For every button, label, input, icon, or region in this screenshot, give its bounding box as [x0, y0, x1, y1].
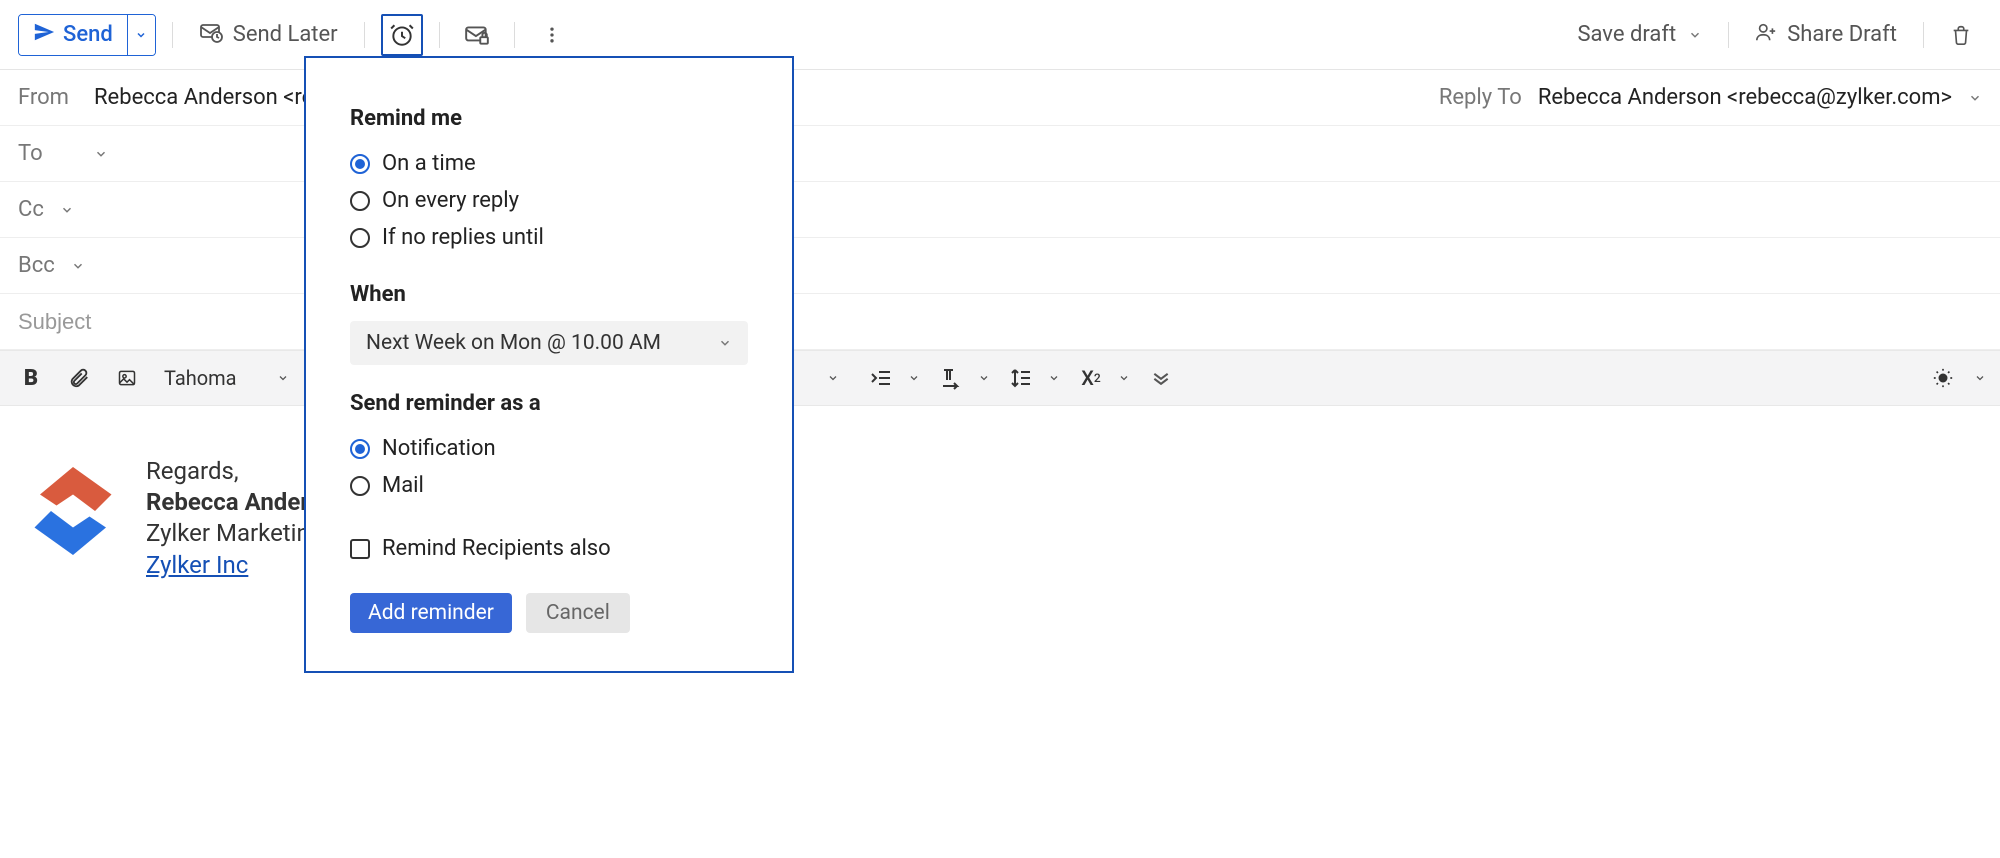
radio-icon — [350, 191, 370, 211]
remind-option-no-replies[interactable]: If no replies until — [350, 219, 748, 256]
discard-button[interactable] — [1940, 14, 1982, 56]
add-reminder-button[interactable]: Add reminder — [350, 593, 512, 633]
bcc-label: Bcc — [18, 253, 55, 278]
chevron-down-icon[interactable] — [816, 361, 850, 395]
checkbox-icon — [350, 539, 370, 559]
send-as-option-label: Notification — [382, 436, 496, 461]
remind-recipients-label: Remind Recipients also — [382, 536, 611, 561]
remind-option-every-reply[interactable]: On every reply — [350, 182, 748, 219]
chevron-down-icon[interactable] — [60, 203, 74, 217]
chevron-down-icon — [718, 336, 732, 350]
from-label: From — [18, 85, 78, 110]
compose-toolbar: Send Send Later — [0, 0, 2000, 70]
direction-group — [934, 361, 990, 395]
popover-button-row: Add reminder Cancel — [350, 593, 748, 633]
share-icon — [1755, 21, 1777, 49]
reply-to-label: Reply To — [1439, 85, 1522, 110]
chevron-down-icon — [1688, 28, 1702, 42]
remind-recipients-checkbox[interactable]: Remind Recipients also — [350, 530, 748, 567]
company-logo-icon — [18, 456, 128, 566]
cc-row[interactable]: Cc — [0, 182, 2000, 238]
to-label: To — [18, 141, 78, 166]
send-icon — [33, 21, 55, 49]
remind-me-title: Remind me — [350, 106, 748, 131]
font-name-label: Tahoma — [164, 366, 237, 390]
when-value: Next Week on Mon @ 10.00 AM — [366, 331, 661, 355]
radio-icon — [350, 228, 370, 248]
when-title: When — [350, 282, 748, 307]
line-spacing-group — [1004, 361, 1060, 395]
separator — [1728, 22, 1729, 48]
formatting-toolbar: B Tahoma — [0, 350, 2000, 406]
chevron-down-icon — [277, 372, 289, 384]
remind-option-label: If no replies until — [382, 225, 544, 250]
theme-toggle-button[interactable] — [1926, 361, 1960, 395]
share-draft-label: Share Draft — [1787, 22, 1897, 47]
chevron-down-icon[interactable] — [978, 372, 990, 384]
indent-button[interactable] — [864, 361, 898, 395]
superscript-button[interactable]: X2 — [1074, 361, 1108, 395]
cancel-button[interactable]: Cancel — [526, 593, 630, 633]
send-later-button[interactable]: Send Later — [189, 14, 348, 56]
from-row: From Rebecca Anderson <rebecca Reply To … — [0, 70, 2000, 126]
chevron-down-icon[interactable] — [1974, 372, 1986, 384]
bcc-row[interactable]: Bcc — [0, 238, 2000, 294]
share-draft-button[interactable]: Share Draft — [1745, 15, 1907, 55]
insert-image-button[interactable] — [110, 361, 144, 395]
radio-icon — [350, 439, 370, 459]
remind-option-label: On every reply — [382, 188, 519, 213]
chevron-down-icon[interactable] — [908, 372, 920, 384]
signature-text: Regards, Rebecca Anders Zylker Marketing… — [146, 456, 323, 581]
subject-row — [0, 294, 2000, 350]
secure-mail-button[interactable] — [456, 14, 498, 56]
when-select[interactable]: Next Week on Mon @ 10.00 AM — [350, 321, 748, 365]
send-dropdown-caret[interactable] — [127, 15, 155, 55]
send-button[interactable]: Send — [19, 15, 127, 55]
attachment-button[interactable] — [62, 361, 96, 395]
send-as-mail[interactable]: Mail — [350, 467, 748, 504]
signature-role: Zylker Marketing — [146, 518, 323, 549]
chevron-down-icon[interactable] — [1048, 372, 1060, 384]
save-draft-button[interactable]: Save draft — [1567, 16, 1712, 53]
chevron-down-icon[interactable] — [71, 259, 85, 273]
send-button-label: Send — [63, 22, 113, 47]
more-options-button[interactable] — [531, 14, 573, 56]
font-family-select[interactable]: Tahoma — [158, 366, 318, 390]
radio-icon — [350, 154, 370, 174]
separator — [364, 22, 365, 48]
indent-group — [864, 361, 920, 395]
radio-icon — [350, 476, 370, 496]
signature-name: Rebecca Anders — [146, 487, 323, 518]
remind-option-on-time[interactable]: On a time — [350, 145, 748, 182]
line-spacing-button[interactable] — [1004, 361, 1038, 395]
signature-regards: Regards, — [146, 456, 323, 487]
more-formatting-button[interactable] — [1144, 361, 1178, 395]
separator — [514, 22, 515, 48]
save-draft-label: Save draft — [1577, 22, 1676, 47]
signature-company-link[interactable]: Zylker Inc — [146, 551, 248, 579]
reminder-popover: Remind me On a time On every reply If no… — [304, 56, 794, 673]
remind-option-label: On a time — [382, 151, 476, 176]
reminder-button[interactable] — [381, 14, 423, 56]
separator — [172, 22, 173, 48]
send-later-label: Send Later — [233, 22, 338, 47]
separator — [439, 22, 440, 48]
separator — [1923, 22, 1924, 48]
send-as-option-label: Mail — [382, 473, 424, 498]
to-row[interactable]: To — [0, 126, 2000, 182]
send-as-title: Send reminder as a — [350, 391, 748, 416]
text-direction-button[interactable] — [934, 361, 968, 395]
send-button-group: Send — [18, 14, 156, 56]
bold-button[interactable]: B — [14, 361, 48, 395]
chevron-down-icon[interactable] — [1118, 372, 1130, 384]
send-as-notification[interactable]: Notification — [350, 430, 748, 467]
reply-to-value[interactable]: Rebecca Anderson <rebecca@zylker.com> — [1538, 85, 1952, 110]
chevron-down-icon[interactable] — [94, 147, 108, 161]
chevron-down-icon[interactable] — [1968, 91, 1982, 105]
compose-body[interactable]: Regards, Rebecca Anders Zylker Marketing… — [0, 406, 2000, 631]
script-group: X2 — [1074, 361, 1130, 395]
send-later-icon — [199, 20, 223, 50]
cc-label: Cc — [18, 197, 44, 222]
